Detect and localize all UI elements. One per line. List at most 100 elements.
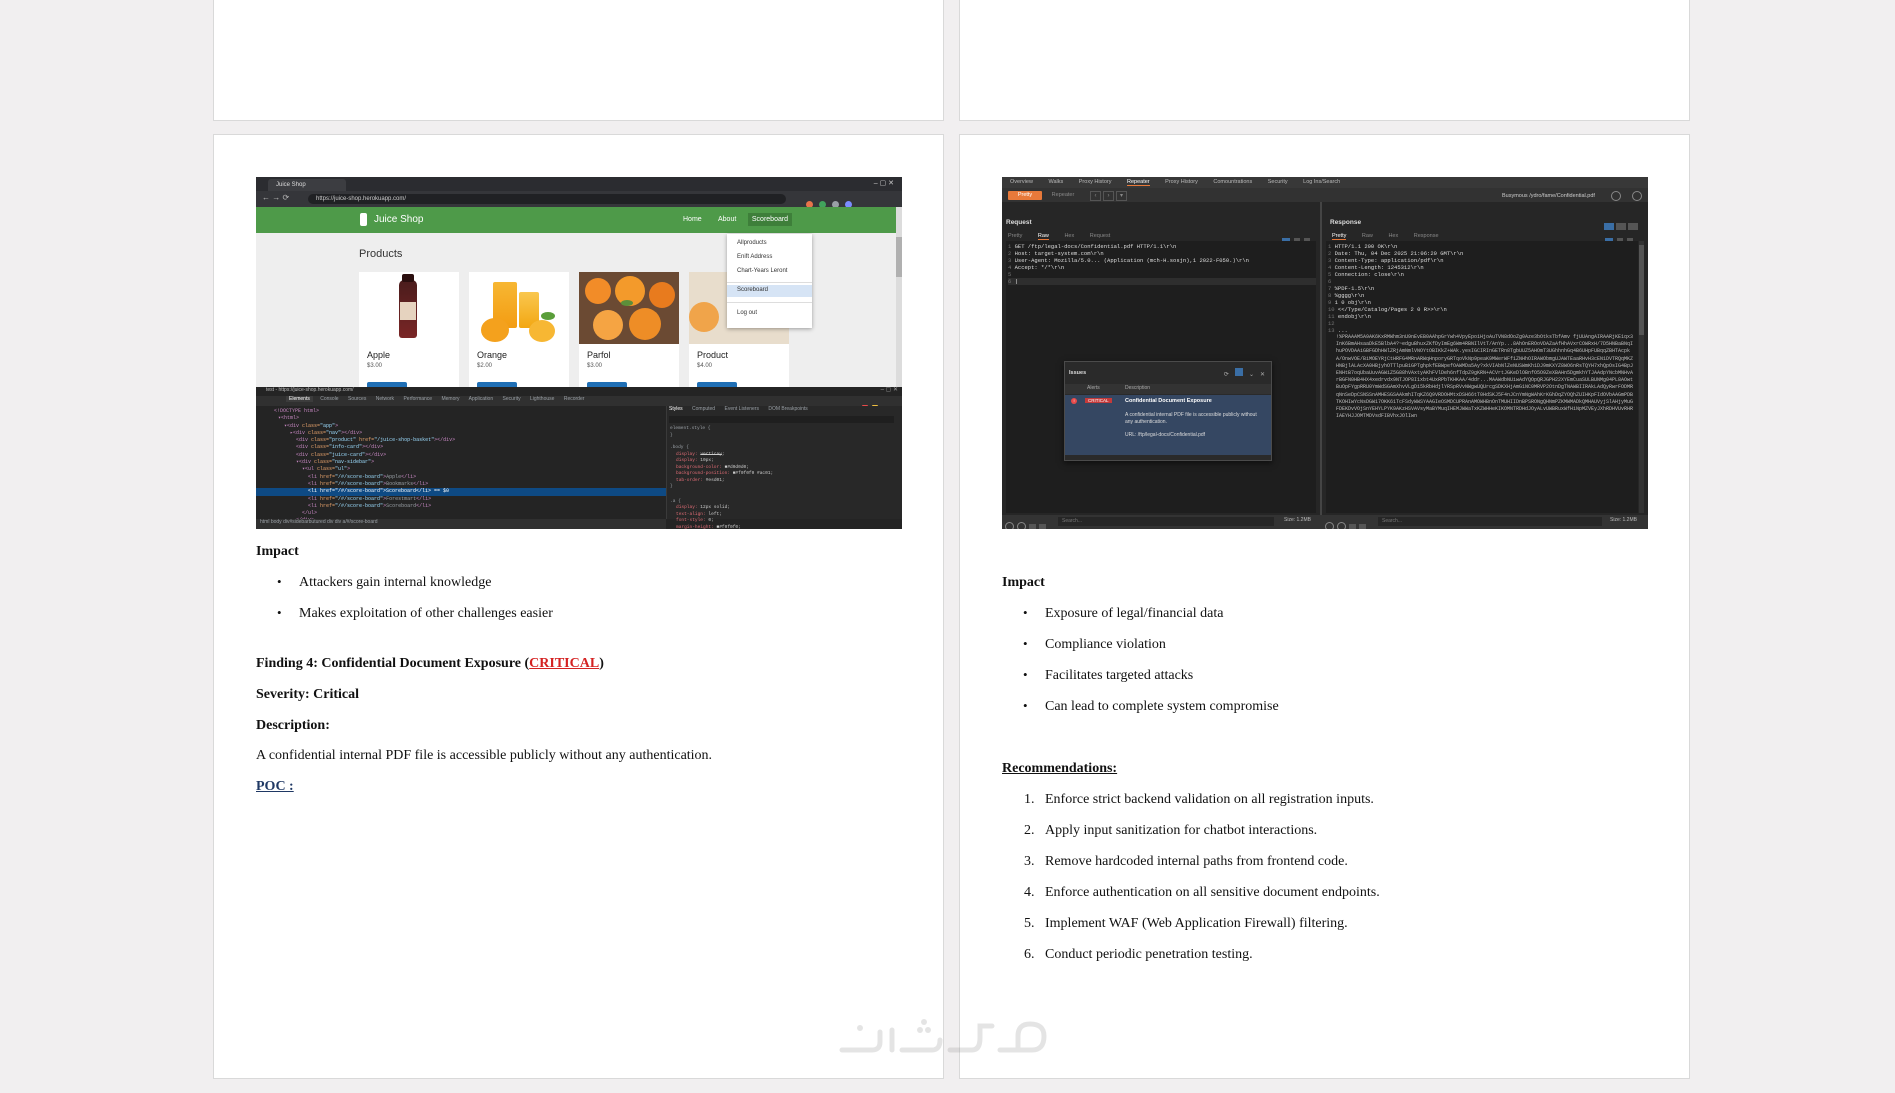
url-field[interactable]: https://juice-shop.herokuapp.com/ — [308, 194, 786, 204]
list-item: 5. Implement WAF (Web Application Firewal… — [1002, 916, 1642, 947]
product-price: $3.00 — [367, 363, 383, 369]
dropdown-item[interactable]: Enift Address — [737, 254, 772, 261]
devtools-tab[interactable]: Network — [376, 396, 394, 402]
burp-tab[interactable]: Proxy History — [1079, 179, 1112, 185]
list-item: 1. Enforce strict backend validation on a… — [1002, 792, 1642, 823]
product-price: $3.00 — [587, 363, 603, 369]
nav-about[interactable]: About — [718, 216, 736, 224]
devtools-tab-elements[interactable]: Elements — [286, 396, 313, 402]
devtools-error-badges[interactable] — [862, 398, 894, 411]
impact-heading: Impact — [256, 544, 299, 559]
product-card[interactable]: Orange $2.00 — [469, 272, 569, 387]
styles-tab[interactable]: DOM Breakpoints — [768, 406, 807, 412]
product-price: $4.00 — [697, 363, 713, 369]
settings-icon[interactable] — [1632, 191, 1642, 201]
styles-tab-styles[interactable]: Styles — [669, 406, 683, 412]
devtools-tab[interactable]: Sources — [348, 396, 366, 402]
styles-tab[interactable]: Computed — [692, 406, 715, 412]
issues-toolbar-icons[interactable]: ⟳ ⌄ ✕ — [1224, 368, 1265, 379]
request-search-input[interactable]: Search... — [1058, 517, 1274, 526]
response-footer-icons[interactable] — [1325, 518, 1366, 529]
back-icon[interactable]: ← → ⟳ — [262, 193, 289, 202]
devtools-tab[interactable]: Application — [469, 396, 493, 402]
send-button[interactable]: Pretty — [1008, 191, 1042, 200]
styles-filter-input[interactable] — [669, 416, 894, 423]
burp-tab[interactable]: Overview — [1010, 179, 1033, 185]
response-line: Content-Length: 1245312\r\n — [1334, 264, 1424, 271]
response-line: %PDF-1.5\r\n — [1334, 285, 1375, 292]
response-line: <</Type/Catalog/Pages 2 0 R>>\r\n — [1337, 306, 1447, 313]
styles-tab[interactable]: Event Listeners — [724, 406, 758, 412]
view-tab[interactable]: Hex — [1064, 233, 1074, 239]
list-text: Remove hardcoded internal paths from fro… — [1045, 854, 1348, 869]
binary-content: !%PRAAAM5A9AK6KxRMWhm3nU9nEvEB0AAhpGrYwh… — [1336, 334, 1634, 420]
nav-home[interactable]: Home — [683, 216, 702, 224]
devtools-tab[interactable]: Console — [320, 396, 338, 402]
devtools-window-controls[interactable]: – ▢ ✕ — [881, 387, 898, 394]
top-right-page — [959, 0, 1690, 121]
severity-tag: CRITICAL — [529, 656, 600, 671]
finding-suffix: ) — [599, 656, 604, 671]
impact-list: Exposure of legal/financial data Complia… — [1002, 606, 1642, 715]
dropdown-item[interactable]: Allproducts — [737, 240, 767, 247]
burp-tab[interactable]: Walks — [1048, 179, 1063, 185]
target-label[interactable]: Busymous /ydro/fame/Confidential.pdf — [1502, 193, 1595, 199]
view-tab-raw[interactable]: Raw — [1037, 233, 1049, 240]
repeater-button[interactable]: Repeater — [1046, 191, 1080, 200]
burp-tab[interactable]: Proxy History — [1165, 179, 1198, 185]
product-card[interactable]: Parfol $3.00 — [579, 272, 679, 387]
burp-tab[interactable]: Security — [1268, 179, 1288, 185]
finding-prefix: Finding 4: Confidential Document Exposur… — [256, 656, 530, 671]
view-tab[interactable]: Pretty — [1008, 233, 1022, 239]
issues-dialog: Issues ⟳ ⌄ ✕ Alerts Description ! CRITICAL… — [1064, 361, 1272, 461]
product-card[interactable]: Apple $3.00 — [359, 272, 459, 387]
list-text: Apply input sanitization for chatbot int… — [1045, 823, 1318, 838]
view-tab[interactable]: Request — [1090, 233, 1111, 239]
burp-tab[interactable]: Log Ins/Search — [1303, 179, 1340, 185]
issues-title: Issues — [1069, 370, 1087, 376]
view-tab-pretty[interactable]: Pretty — [1332, 233, 1347, 240]
view-tab[interactable]: Hex — [1388, 233, 1398, 239]
response-search-input[interactable]: Search... — [1378, 517, 1602, 526]
request-footer-icons[interactable] — [1005, 518, 1046, 529]
layout-toggle-icons[interactable] — [1604, 217, 1638, 233]
issues-col-description[interactable]: Description — [1125, 385, 1150, 392]
dropdown-divider — [727, 282, 812, 283]
dropdown-item[interactable]: Chart-Years Leront — [737, 268, 787, 275]
close-icon[interactable]: ✕ — [1260, 372, 1265, 378]
devtools-tab[interactable]: Lighthouse — [530, 396, 554, 402]
devtools-tab[interactable]: Security — [503, 396, 521, 402]
devtools-breadcrumb[interactable]: html body div#sidebarbutured div div a/#… — [260, 519, 378, 526]
styles-tabs: Styles Computed Event Listeners DOM Brea… — [669, 406, 808, 413]
juice-brand[interactable]: Juice Shop — [374, 214, 423, 226]
elements-tree[interactable]: <!DOCTYPE html> ▾<html> ▾<div class="app… — [256, 408, 688, 523]
response-scrollbar[interactable] — [1639, 241, 1644, 513]
help-icon[interactable] — [1611, 191, 1621, 201]
history-nav-icons[interactable]: ‹ › ▾ — [1090, 191, 1127, 201]
devtools-tab[interactable]: Memory — [441, 396, 459, 402]
product-image — [359, 272, 459, 344]
response-view-tabs: Pretty Raw Hex Response — [1332, 233, 1439, 240]
dropdown-item[interactable]: Log out — [737, 310, 757, 317]
burp-tab-repeater[interactable]: Repeater — [1127, 179, 1150, 186]
issues-col-alerts[interactable]: Alerts — [1087, 385, 1100, 392]
request-lines: 1 GET /ftp/legal-docs/Confidential.pdf H… — [1008, 243, 1316, 285]
page-scrollbar[interactable] — [896, 207, 902, 387]
extension-icons[interactable] — [806, 195, 886, 208]
dropdown-item[interactable]: Scoreboard — [737, 287, 768, 294]
devtools-tab[interactable]: Recorder — [564, 396, 585, 402]
list-text: Enforce authentication on all sensitive … — [1045, 885, 1380, 900]
response-line: 1 0 obj\r\n — [1334, 299, 1371, 306]
view-tab[interactable]: Raw — [1362, 233, 1373, 239]
description-text: A confidential internal PDF file is acce… — [256, 748, 713, 763]
nav-scoreboard[interactable]: Scoreboard — [748, 213, 792, 226]
burp-tab[interactable]: Comountrations — [1213, 179, 1252, 185]
issue-name: Confidential Document Exposure — [1125, 398, 1212, 404]
products-title: Products — [359, 248, 403, 260]
browser-tab[interactable]: Juice Shop — [268, 179, 346, 191]
list-number: 5. — [1024, 916, 1035, 931]
list-item: 2. Apply input sanitization for chatbot i… — [1002, 823, 1642, 854]
view-tab[interactable]: Response — [1414, 233, 1439, 239]
devtools-tab[interactable]: Performance — [403, 396, 432, 402]
response-line: endobj\r\n — [1337, 313, 1371, 320]
